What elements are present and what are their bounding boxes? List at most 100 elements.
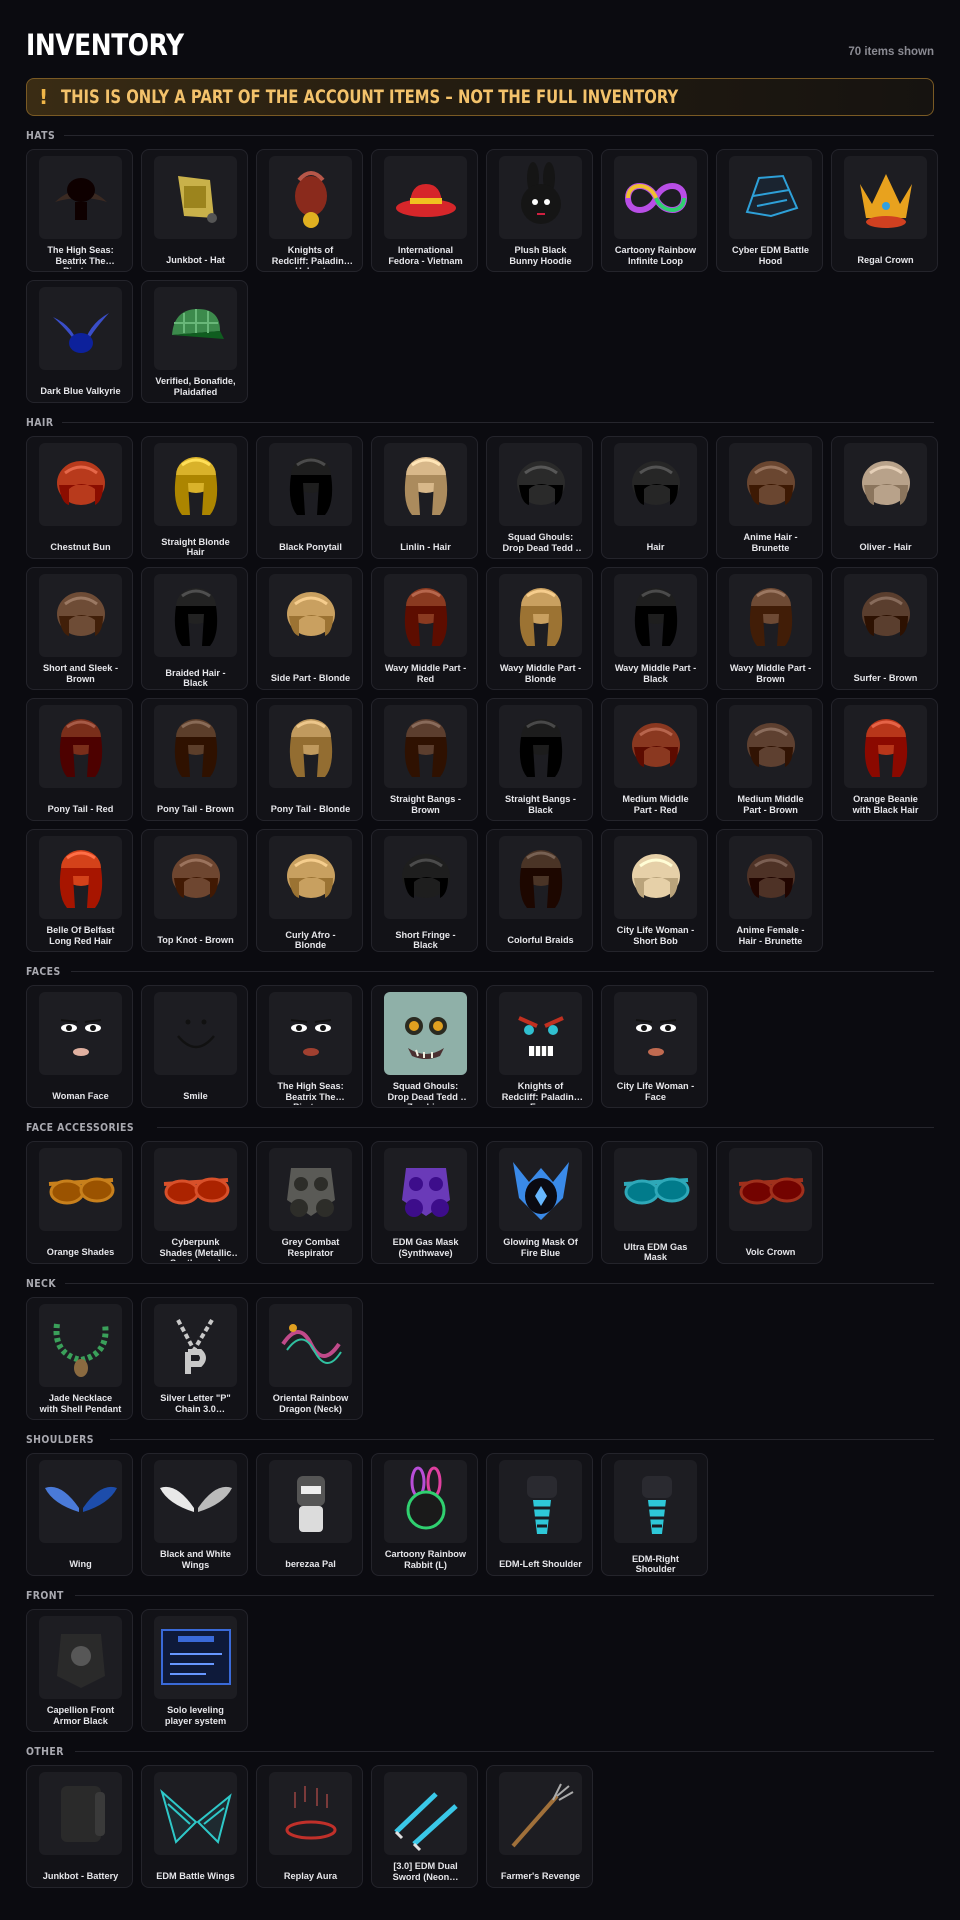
item-card[interactable]: Medium Middle Part - Brown bbox=[716, 698, 823, 821]
item-card[interactable]: Replay Aura bbox=[256, 1765, 363, 1888]
item-card[interactable]: [3.0] EDM Dual Sword (Neon… bbox=[371, 1765, 478, 1888]
item-card[interactable]: City Life Woman - Face bbox=[601, 985, 708, 1108]
hair-long-icon bbox=[174, 719, 218, 777]
item-card[interactable]: berezaa Pal bbox=[256, 1453, 363, 1576]
item-name: Top Knot - Brown bbox=[157, 934, 234, 945]
item-card[interactable]: Pony Tail - Blonde bbox=[256, 698, 363, 821]
item-card[interactable]: Orange Beanie with Black Hair bbox=[831, 698, 938, 821]
item-name: Curly Afro - Blonde bbox=[285, 929, 336, 950]
section-hair: HAIR Chestnut Bun Straight Blonde Hair B… bbox=[26, 415, 938, 952]
item-card[interactable]: Pony Tail - Red bbox=[26, 698, 133, 821]
item-name: EDM-Right Shoulder bbox=[632, 1553, 679, 1574]
item-card[interactable]: Cyberpunk Shades (Metallic Synthwave) bbox=[141, 1141, 248, 1264]
item-thumbnail bbox=[269, 992, 352, 1075]
item-card[interactable]: Medium Middle Part - Red bbox=[601, 698, 708, 821]
item-card[interactable]: Wavy Middle Part - Brown bbox=[716, 567, 823, 690]
item-card[interactable]: Cartoony Rainbow Infinite Loop bbox=[601, 149, 708, 272]
item-card[interactable]: Curly Afro - Blonde bbox=[256, 829, 363, 952]
item-card[interactable]: Glowing Mask Of Fire Blue bbox=[486, 1141, 593, 1264]
item-thumbnail bbox=[154, 1772, 237, 1855]
item-card[interactable]: Solo leveling player system bbox=[141, 1609, 248, 1732]
section-title: HATS bbox=[26, 128, 56, 142]
item-card[interactable]: Wavy Middle Part - Black bbox=[601, 567, 708, 690]
item-card[interactable]: Black Ponytail bbox=[256, 436, 363, 559]
item-card[interactable]: Regal Crown bbox=[831, 149, 938, 272]
item-card[interactable]: Oliver - Hair bbox=[831, 436, 938, 559]
item-card[interactable]: Anime Hair - Brunette bbox=[716, 436, 823, 559]
necklace-icon bbox=[53, 1323, 109, 1377]
item-card[interactable]: Surfer - Brown bbox=[831, 567, 938, 690]
item-card[interactable]: Black and White Wings bbox=[141, 1453, 248, 1576]
item-name: City Life Woman - Short Bob bbox=[616, 925, 695, 946]
item-card[interactable]: Junkbot - Hat bbox=[141, 149, 248, 272]
item-card[interactable]: Anime Female - Hair - Brunette bbox=[716, 829, 823, 952]
item-card[interactable]: Knights of Redcliff: Paladin - Helmet bbox=[256, 149, 363, 272]
item-card[interactable]: Side Part - Blonde bbox=[256, 567, 363, 690]
item-card[interactable]: The High Seas: Beatrix The Pirate… bbox=[256, 985, 363, 1108]
item-card[interactable]: Linlin - Hair bbox=[371, 436, 478, 559]
item-name: Orange Shades bbox=[46, 1246, 115, 1257]
item-card[interactable]: Verified, Bonafide, Plaidafied bbox=[141, 280, 248, 403]
item-card[interactable]: International Fedora - Vietnam bbox=[371, 149, 478, 272]
item-card[interactable]: Chestnut Bun bbox=[26, 436, 133, 559]
item-card[interactable]: Short Fringe - Black bbox=[371, 829, 478, 952]
item-card[interactable]: Hair bbox=[601, 436, 708, 559]
item-card[interactable]: Knights of Redcliff: Paladin - Face bbox=[486, 985, 593, 1108]
item-thumbnail bbox=[499, 1460, 582, 1543]
face-woman-icon bbox=[290, 1019, 332, 1056]
item-card[interactable]: Capellion Front Armor Black bbox=[26, 1609, 133, 1732]
item-card[interactable]: Woman Face bbox=[26, 985, 133, 1108]
item-card[interactable]: Short and Sleek - Brown bbox=[26, 567, 133, 690]
item-card[interactable]: Junkbot - Battery bbox=[26, 1765, 133, 1888]
item-card[interactable]: City Life Woman - Short Bob bbox=[601, 829, 708, 952]
item-card[interactable]: The High Seas: Beatrix The Pirate… bbox=[26, 149, 133, 272]
face-woman-icon bbox=[60, 1019, 102, 1056]
item-thumbnail bbox=[729, 156, 812, 239]
item-card[interactable]: Wavy Middle Part - Blonde bbox=[486, 567, 593, 690]
item-card[interactable]: Cartoony Rainbow Rabbit (L) bbox=[371, 1453, 478, 1576]
item-card[interactable]: Squad Ghouls: Drop Dead Tedd - Zombi… bbox=[371, 985, 478, 1108]
item-name: Surfer - Brown bbox=[853, 672, 918, 683]
item-card[interactable]: Cyber EDM Battle Hood bbox=[716, 149, 823, 272]
item-name: EDM Gas Mask (Synthwave) bbox=[392, 1237, 459, 1258]
item-name: Glowing Mask Of Fire Blue bbox=[503, 1237, 578, 1258]
item-thumbnail bbox=[269, 1304, 352, 1387]
item-name: Wavy Middle Part - Brown bbox=[729, 663, 812, 684]
item-card[interactable]: Ultra EDM Gas Mask bbox=[601, 1141, 708, 1264]
item-card[interactable]: Silver Letter "P" Chain 3.0 woman… bbox=[141, 1297, 248, 1420]
item-card[interactable]: Colorful Braids bbox=[486, 829, 593, 952]
section-header: HATS bbox=[26, 128, 934, 142]
item-card[interactable]: Farmer's Revenge bbox=[486, 1765, 593, 1888]
item-thumbnail bbox=[384, 574, 467, 657]
item-card[interactable]: Grey Combat Respirator bbox=[256, 1141, 363, 1264]
item-card[interactable]: Braided Hair - Black bbox=[141, 567, 248, 690]
face-smile-icon bbox=[177, 1019, 215, 1049]
item-card[interactable]: EDM Battle Wings bbox=[141, 1765, 248, 1888]
item-thumbnail bbox=[499, 705, 582, 788]
item-card[interactable]: Straight Bangs - Brown bbox=[371, 698, 478, 821]
item-card[interactable]: EDM-Left Shoulder bbox=[486, 1453, 593, 1576]
item-card[interactable]: Dark Blue Valkyrie bbox=[26, 280, 133, 403]
item-card[interactable]: Straight Blonde Hair bbox=[141, 436, 248, 559]
face-angry-icon bbox=[518, 1016, 564, 1056]
item-card[interactable]: Smile bbox=[141, 985, 248, 1108]
item-card[interactable]: Plush Black Bunny Hoodie bbox=[486, 149, 593, 272]
item-thumbnail bbox=[39, 1148, 122, 1231]
item-card[interactable]: Jade Necklace with Shell Pendant bbox=[26, 1297, 133, 1420]
item-thumbnail bbox=[729, 836, 812, 919]
item-card[interactable]: Belle Of Belfast Long Red Hair bbox=[26, 829, 133, 952]
item-thumbnail bbox=[154, 1148, 237, 1231]
item-card[interactable]: Squad Ghouls: Drop Dead Tedd - … bbox=[486, 436, 593, 559]
item-card[interactable]: EDM-Right Shoulder bbox=[601, 1453, 708, 1576]
item-card[interactable]: Top Knot - Brown bbox=[141, 829, 248, 952]
item-card[interactable]: Pony Tail - Brown bbox=[141, 698, 248, 821]
item-card[interactable]: Wavy Middle Part - Red bbox=[371, 567, 478, 690]
item-card[interactable]: Volc Crown bbox=[716, 1141, 823, 1264]
item-card[interactable]: Oriental Rainbow Dragon (Neck) bbox=[256, 1297, 363, 1420]
item-card[interactable]: Wing bbox=[26, 1453, 133, 1576]
item-name: Solo leveling player system bbox=[164, 1705, 227, 1726]
item-card[interactable]: EDM Gas Mask (Synthwave) bbox=[371, 1141, 478, 1264]
item-name: Straight Bangs - Black bbox=[505, 794, 576, 815]
item-card[interactable]: Orange Shades bbox=[26, 1141, 133, 1264]
item-card[interactable]: Straight Bangs - Black bbox=[486, 698, 593, 821]
